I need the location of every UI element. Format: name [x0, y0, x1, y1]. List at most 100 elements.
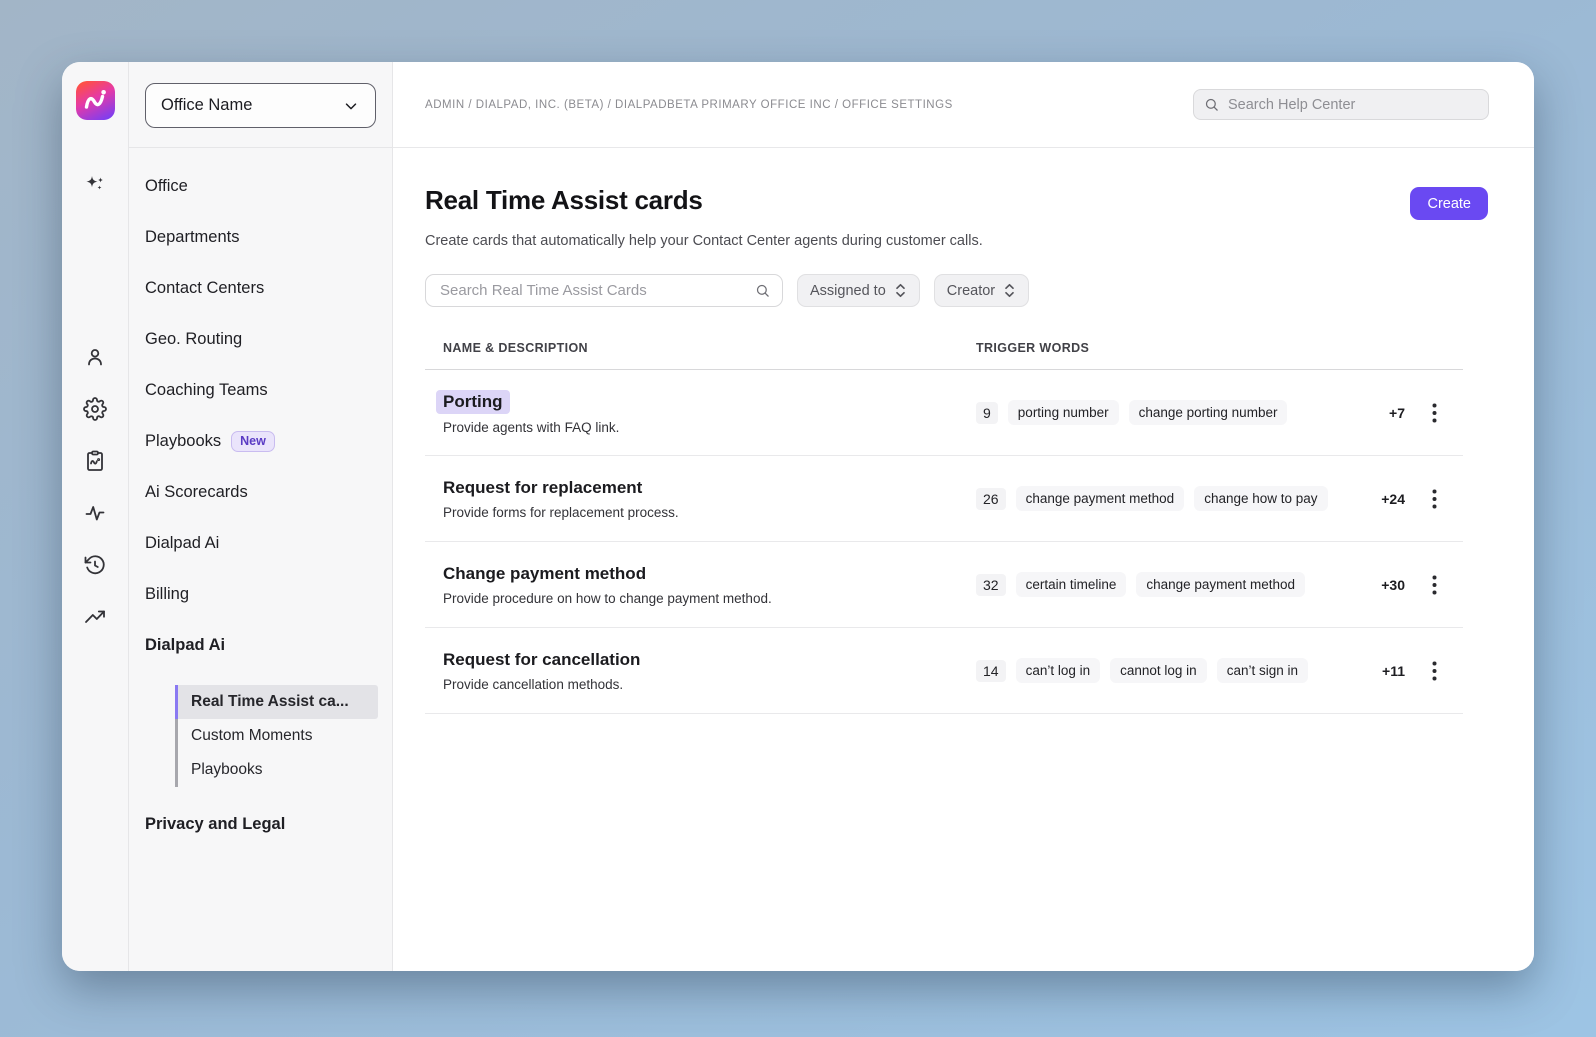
sidebar-item-label: Geo. Routing: [145, 330, 242, 349]
card-name: Request for cancellation: [443, 649, 640, 671]
sidebar-item-geo-routing[interactable]: Geo. Routing: [145, 314, 392, 365]
sidebar-nav-list: Office Departments Contact Centers Geo. Rou…: [145, 161, 392, 620]
trigger-count: 14: [976, 660, 1006, 682]
card-description: Provide forms for replacement process.: [443, 505, 952, 520]
app-window: Office Name Office Departments Contact Cen…: [62, 62, 1534, 971]
breadcrumb: ADMIN / DIALPAD, INC. (BETA) / DIALPADBE…: [425, 99, 953, 111]
sidebar-item-playbooks[interactable]: PlaybooksNew: [145, 416, 392, 467]
page-title: Real Time Assist cards: [425, 185, 703, 216]
sidebar-item-label: Coaching Teams: [145, 381, 268, 400]
create-button[interactable]: Create: [1410, 187, 1488, 220]
sidebar-item-ai-scorecards[interactable]: Ai Scorecards: [145, 467, 392, 518]
topbar: ADMIN / DIALPAD, INC. (BETA) / DIALPADBE…: [393, 62, 1534, 148]
row-menu-button[interactable]: [1405, 481, 1463, 517]
table-row[interactable]: Change payment methodProvide procedure o…: [425, 542, 1463, 628]
sidebar-subitem-custom-moments[interactable]: Custom Moments: [175, 719, 378, 753]
table-header: NAME & DESCRIPTION TRIGGER WORDS: [425, 341, 1463, 370]
card-name: Porting: [436, 390, 510, 414]
more-count: +30: [1381, 577, 1405, 593]
creator-filter[interactable]: Creator: [934, 274, 1029, 307]
trigger-word-chip: porting number: [1008, 400, 1119, 425]
search-icon: [755, 283, 770, 298]
trigger-word-chip: change porting number: [1129, 400, 1288, 425]
trigger-count: 9: [976, 402, 998, 424]
more-count: +7: [1389, 405, 1405, 421]
card-name: Request for replacement: [443, 477, 642, 499]
sidebar-nav: Office Departments Contact Centers Geo. Rou…: [129, 148, 392, 850]
trigger-words-cell: 32certain timelinechange payment method+…: [976, 572, 1405, 597]
sidebar-item-departments[interactable]: Departments: [145, 212, 392, 263]
office-selector-label: Office Name: [161, 96, 252, 115]
table-row[interactable]: Request for cancellation Provide cancella…: [425, 628, 1463, 714]
row-menu-button[interactable]: [1405, 567, 1463, 603]
more-count: +24: [1381, 491, 1405, 507]
assigned-to-filter[interactable]: Assigned to: [797, 274, 920, 307]
updown-chevron-icon: [894, 283, 907, 298]
kebab-icon: [1432, 661, 1437, 681]
trigger-word-chip: change payment method: [1136, 572, 1305, 597]
table-row[interactable]: PortingProvide agents with FAQ link.9 por…: [425, 370, 1463, 456]
help-search[interactable]: [1193, 89, 1489, 120]
trigger-words-cell: 9 porting number change porting number +7: [976, 400, 1405, 425]
sidebar-subitem-playbooks[interactable]: Playbooks: [175, 753, 378, 787]
trigger-word-chip: change how to pay: [1194, 486, 1327, 511]
sidebar-item-label: Dialpad Ai: [145, 636, 225, 655]
card-name-cell: PortingProvide agents with FAQ link.: [443, 390, 976, 435]
help-search-input[interactable]: [1226, 96, 1478, 114]
rta-search[interactable]: [425, 274, 783, 307]
sidebar-header: Office Name: [129, 62, 392, 148]
history-icon[interactable]: [83, 553, 107, 577]
card-description: Provide cancellation methods.: [443, 677, 952, 692]
trigger-words-cell: 26change payment methodchange how to pay…: [976, 486, 1405, 511]
card-description: Provide procedure on how to change payme…: [443, 591, 952, 606]
sidebar-item-label: Privacy and Legal: [145, 815, 285, 834]
sidebar-item-label: Dialpad Ai: [145, 534, 219, 553]
trigger-words-cell: 14 can’t log in cannot log in can’t sign in…: [976, 658, 1405, 683]
content: Real Time Assist cards Create Create car…: [393, 148, 1534, 714]
search-icon: [1204, 97, 1219, 112]
sidebar-item-label: Billing: [145, 585, 189, 604]
kebab-icon: [1432, 489, 1437, 509]
updown-chevron-icon: [1003, 283, 1016, 298]
sparkles-icon[interactable]: [83, 173, 107, 197]
trending-up-icon[interactable]: [83, 605, 107, 629]
gear-icon[interactable]: [83, 397, 107, 421]
sidebar-item-billing[interactable]: Billing: [145, 569, 392, 620]
trigger-word-chip: change payment method: [1016, 486, 1185, 511]
sidebar-item-dialpad-ai-section[interactable]: Dialpad Ai: [145, 620, 392, 671]
filter-row: Assigned to Creator: [425, 274, 1488, 307]
sidebar-item-label: Playbooks: [145, 432, 221, 451]
office-selector[interactable]: Office Name: [145, 83, 376, 128]
person-icon[interactable]: [83, 345, 107, 369]
main-panel: ADMIN / DIALPAD, INC. (BETA) / DIALPADBE…: [393, 62, 1534, 971]
sidebar-subnav: Real Time Assist ca...Custom MomentsPlay…: [175, 685, 378, 787]
trigger-word-chip: cannot log in: [1110, 658, 1207, 683]
sidebar-item-office[interactable]: Office: [145, 161, 392, 212]
sidebar-item-coaching-teams[interactable]: Coaching Teams: [145, 365, 392, 416]
sidebar-item-privacy-and-legal[interactable]: Privacy and Legal: [145, 799, 392, 850]
table-row[interactable]: Request for replacement Provide forms for…: [425, 456, 1463, 542]
clipboard-ai-icon[interactable]: [83, 449, 107, 473]
sidebar-item-label: Office: [145, 177, 188, 196]
rta-table-body: PortingProvide agents with FAQ link.9 por…: [425, 370, 1463, 714]
trigger-count: 32: [976, 574, 1006, 596]
sidebar-subitem-real-time-assist-ca[interactable]: Real Time Assist ca...: [175, 685, 378, 719]
chevron-down-icon: [342, 97, 360, 115]
kebab-icon: [1432, 575, 1437, 595]
dialpad-ai-logo: [76, 81, 115, 120]
row-menu-button[interactable]: [1405, 395, 1463, 431]
activity-icon[interactable]: [83, 501, 107, 525]
rta-search-input[interactable]: [438, 281, 747, 300]
card-name-cell: Request for replacement Provide forms for…: [443, 477, 976, 520]
row-menu-button[interactable]: [1405, 653, 1463, 689]
sidebar-item-dialpad-ai[interactable]: Dialpad Ai: [145, 518, 392, 569]
filter-label: Creator: [947, 283, 995, 299]
trigger-word-chip: can’t sign in: [1217, 658, 1308, 683]
rta-cards-table: NAME & DESCRIPTION TRIGGER WORDS Porting…: [425, 341, 1463, 714]
sidebar-item-contact-centers[interactable]: Contact Centers: [145, 263, 392, 314]
trigger-word-chip: can’t log in: [1016, 658, 1101, 683]
settings-sidebar: Office Name Office Departments Contact Cen…: [129, 62, 393, 971]
kebab-icon: [1432, 403, 1437, 423]
card-name-cell: Request for cancellation Provide cancella…: [443, 649, 976, 692]
sidebar-item-label: Departments: [145, 228, 239, 247]
